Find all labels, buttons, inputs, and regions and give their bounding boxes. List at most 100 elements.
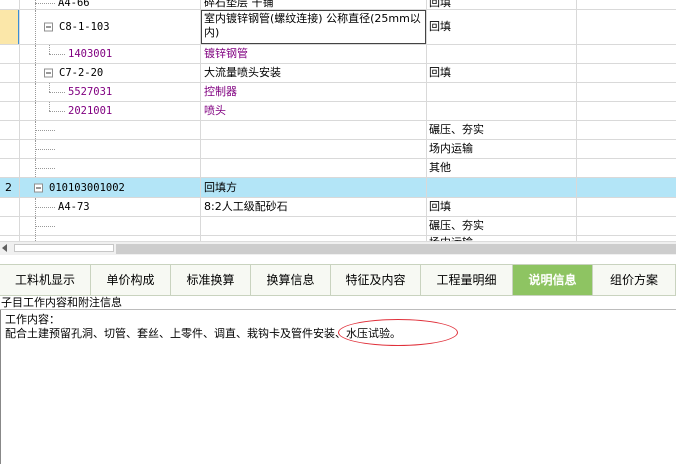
table-row[interactable]: 2021001 喷头 xyxy=(0,102,676,121)
collapse-icon[interactable] xyxy=(34,183,43,192)
name-cell[interactable]: 8:2人工级配砂石 xyxy=(201,198,427,216)
code-cell[interactable]: A4-73 xyxy=(20,198,201,216)
description-content[interactable]: 工作内容： 配合土建预留孔洞、切管、套丝、上零件、调直、栽钩卡及管件安装、水压试… xyxy=(0,310,676,464)
row-number-cell[interactable] xyxy=(0,102,20,120)
item-code: A4-66 xyxy=(58,0,90,9)
tree-line xyxy=(35,45,36,63)
work-content-cell[interactable]: 回填 xyxy=(427,64,577,82)
scrollbar-track[interactable] xyxy=(116,244,676,254)
row-number-cell[interactable] xyxy=(0,64,20,82)
row-number-cell[interactable] xyxy=(0,159,20,177)
name-cell[interactable]: 碎石垫层 干铺 xyxy=(201,0,427,9)
code-cell[interactable] xyxy=(20,140,201,158)
tree-line xyxy=(35,130,55,131)
table-row[interactable]: C7-2-20 大流量喷头安装 回填 xyxy=(0,64,676,83)
name-cell[interactable] xyxy=(201,140,427,158)
table-row[interactable]: 碾压、夯实 xyxy=(0,121,676,140)
tab-1[interactable]: 工料机显示 xyxy=(0,265,91,295)
item-code: A4-73 xyxy=(58,201,90,213)
item-name: 控制器 xyxy=(204,85,237,98)
extra-cell[interactable] xyxy=(577,64,676,82)
name-cell[interactable]: 控制器 xyxy=(201,83,427,101)
table-row[interactable]: A4-73 8:2人工级配砂石 回填 xyxy=(0,198,676,217)
code-cell[interactable] xyxy=(20,121,201,139)
extra-cell[interactable] xyxy=(577,0,676,9)
name-cell[interactable]: 喷头 xyxy=(201,102,427,120)
row-number-cell[interactable] xyxy=(0,10,20,44)
code-cell[interactable]: A4-66 xyxy=(20,0,201,9)
code-cell[interactable]: 010103001002 xyxy=(20,178,201,197)
panel-title: 子目工作内容和附注信息 xyxy=(0,296,676,310)
work-content-cell[interactable]: 回填 xyxy=(427,198,577,216)
row-number-cell[interactable] xyxy=(0,45,20,63)
tab-7[interactable]: 说明信息 xyxy=(513,265,593,295)
work-content-cell[interactable] xyxy=(427,83,577,101)
code-cell[interactable]: 2021001 xyxy=(20,102,201,120)
table-row[interactable]: 5527031 控制器 xyxy=(0,83,676,102)
tab-8[interactable]: 组价方案 xyxy=(593,265,676,295)
scrollbar-thumb[interactable] xyxy=(14,244,114,252)
tab-4[interactable]: 换算信息 xyxy=(251,265,331,295)
work-content-cell[interactable] xyxy=(427,178,577,197)
work-content-cell[interactable]: 回填 xyxy=(427,0,577,9)
row-number-cell[interactable] xyxy=(0,140,20,158)
work-content-cell[interactable]: 碾压、夯实 xyxy=(427,217,577,235)
name-cell[interactable]: 大流量喷头安装 xyxy=(201,64,427,82)
extra-cell[interactable] xyxy=(577,10,676,44)
extra-cell[interactable] xyxy=(577,140,676,158)
work-content-cell[interactable]: 其他 xyxy=(427,159,577,177)
row-number: 2 xyxy=(5,180,12,194)
row-number-cell[interactable] xyxy=(0,0,20,9)
collapse-icon[interactable] xyxy=(44,22,53,32)
row-number-cell[interactable]: 2 xyxy=(0,178,20,197)
extra-cell[interactable] xyxy=(577,198,676,216)
extra-cell[interactable] xyxy=(577,45,676,63)
name-edit-field[interactable]: 室内镀锌钢管(螺纹连接) 公称直径(25mm以内) xyxy=(201,10,426,44)
code-cell[interactable]: 1403001 xyxy=(20,45,201,63)
work-content-cell[interactable] xyxy=(427,102,577,120)
table-row[interactable]: 碾压、夯实 xyxy=(0,217,676,236)
extra-cell[interactable] xyxy=(577,178,676,197)
code-cell[interactable]: C8-1-103 xyxy=(20,10,201,44)
tree-line xyxy=(35,168,55,169)
item-name: 回填方 xyxy=(204,180,237,194)
name-cell[interactable]: 镀锌钢管 xyxy=(201,45,427,63)
row-number-cell[interactable] xyxy=(0,198,20,216)
code-cell[interactable]: 5527031 xyxy=(20,83,201,101)
extra-cell[interactable] xyxy=(577,159,676,177)
extra-cell[interactable] xyxy=(577,102,676,120)
collapse-icon[interactable] xyxy=(44,68,53,78)
row-number-cell[interactable] xyxy=(0,121,20,139)
scroll-left-arrow-icon[interactable] xyxy=(2,244,7,252)
table-row[interactable]: 场内运输 xyxy=(0,140,676,159)
name-cell[interactable] xyxy=(201,217,427,235)
name-cell[interactable] xyxy=(201,159,427,177)
extra-cell[interactable] xyxy=(577,83,676,101)
name-cell[interactable] xyxy=(201,121,427,139)
table-row[interactable]: 其他 xyxy=(0,159,676,178)
tab-2[interactable]: 单价构成 xyxy=(91,265,171,295)
row-number-cell[interactable] xyxy=(0,83,20,101)
row-number-cell[interactable] xyxy=(0,217,20,235)
quota-grid[interactable]: A4-66 碎石垫层 干铺 回填 C8-1-103 室内镀锌钢管(螺纹连接) 公称直径(… xyxy=(0,0,676,241)
work-content-text: 场内运输 xyxy=(429,142,473,155)
work-content-cell[interactable]: 回填 xyxy=(427,10,577,44)
code-cell[interactable] xyxy=(20,217,201,235)
tab-5[interactable]: 特征及内容 xyxy=(331,265,421,295)
table-row[interactable]: A4-66 碎石垫层 干铺 回填 xyxy=(0,0,676,10)
extra-cell[interactable] xyxy=(577,121,676,139)
table-row[interactable]: 2 010103001002 回填方 xyxy=(0,178,676,198)
code-cell[interactable]: C7-2-20 xyxy=(20,64,201,82)
code-cell[interactable] xyxy=(20,159,201,177)
name-cell[interactable]: 室内镀锌钢管(螺纹连接) 公称直径(25mm以内) xyxy=(201,10,427,44)
horizontal-scrollbar[interactable] xyxy=(0,241,676,255)
table-row[interactable]: C8-1-103 室内镀锌钢管(螺纹连接) 公称直径(25mm以内) 回填 xyxy=(0,10,676,45)
work-content-cell[interactable]: 场内运输 xyxy=(427,140,577,158)
tab-6[interactable]: 工程量明细 xyxy=(421,265,513,295)
table-row[interactable]: 1403001 镀锌钢管 xyxy=(0,45,676,64)
name-cell[interactable]: 回填方 xyxy=(201,178,427,197)
tab-3[interactable]: 标准换算 xyxy=(171,265,251,295)
work-content-cell[interactable]: 碾压、夯实 xyxy=(427,121,577,139)
extra-cell[interactable] xyxy=(577,217,676,235)
work-content-cell[interactable] xyxy=(427,45,577,63)
